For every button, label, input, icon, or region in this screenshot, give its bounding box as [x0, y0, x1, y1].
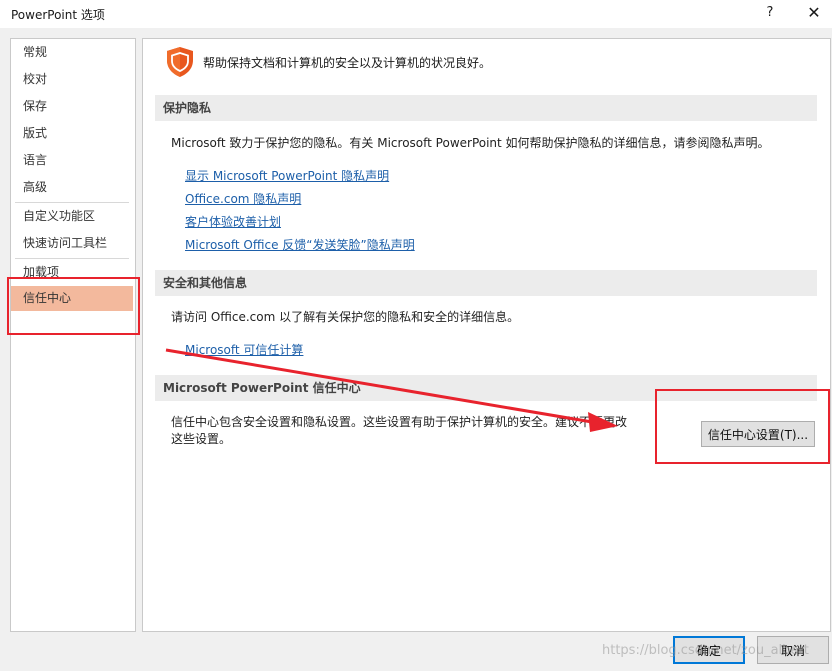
main-panel: 帮助保持文档和计算机的安全以及计算机的状况良好。 保护隐私 Microsoft … [142, 38, 831, 632]
sidebar-item-advanced[interactable]: 高级 [11, 175, 133, 200]
sidebar-item-language[interactable]: 语言 [11, 148, 133, 173]
sidebar-divider [15, 202, 129, 203]
close-icon[interactable]: ✕ [800, 2, 828, 24]
title-bar: PowerPoint 选项 ? ✕ [0, 0, 832, 28]
trust-center-header: Microsoft PowerPoint 信任中心 [155, 375, 817, 401]
cancel-button[interactable]: 取消 [757, 636, 829, 664]
send-smile-privacy-link[interactable]: Microsoft Office 反馈“发送笑脸”隐私声明 [185, 236, 415, 253]
help-icon[interactable]: ? [758, 2, 782, 24]
security-header: 安全和其他信息 [155, 270, 817, 296]
privacy-header: 保护隐私 [155, 95, 817, 121]
sidebar-item-proofing[interactable]: 校对 [11, 67, 133, 92]
ok-button[interactable]: 确定 [673, 636, 745, 664]
sidebar-item-quick-access-toolbar[interactable]: 快速访问工具栏 [11, 231, 133, 256]
trustworthy-computing-link[interactable]: Microsoft 可信任计算 [185, 341, 303, 358]
intro-text: 帮助保持文档和计算机的安全以及计算机的状况良好。 [203, 56, 492, 70]
sidebar-item-general[interactable]: 常规 [11, 40, 133, 65]
window-title: PowerPoint 选项 [11, 8, 105, 22]
sidebar-divider [15, 258, 129, 259]
sidebar-item-add-ins[interactable]: 加载项 [11, 260, 133, 285]
trust-center-text-line1: 信任中心包含安全设置和隐私设置。这些设置有助于保护计算机的安全。建议不要更改 [171, 415, 628, 429]
sidebar: 常规 校对 保存 版式 语言 高级 自定义功能区 快速访问工具栏 加载项 信任中… [10, 38, 136, 632]
trust-center-text-line2: 这些设置。 [171, 432, 232, 446]
shield-icon [167, 47, 193, 77]
sidebar-item-customize-ribbon[interactable]: 自定义功能区 [11, 204, 133, 229]
sidebar-item-trust-center[interactable]: 信任中心 [11, 286, 133, 311]
sidebar-item-layout[interactable]: 版式 [11, 121, 133, 146]
privacy-statement-link[interactable]: 显示 Microsoft PowerPoint 隐私声明 [185, 167, 389, 184]
privacy-text: Microsoft 致力于保护您的隐私。有关 Microsoft PowerPo… [171, 136, 770, 150]
security-text: 请访问 Office.com 以了解有关保护您的隐私和安全的详细信息。 [171, 310, 520, 324]
sidebar-item-save[interactable]: 保存 [11, 94, 133, 119]
ceip-link[interactable]: 客户体验改善计划 [185, 213, 281, 230]
office-privacy-link[interactable]: Office.com 隐私声明 [185, 190, 301, 207]
trust-center-settings-button[interactable]: 信任中心设置(T)... [701, 421, 815, 447]
